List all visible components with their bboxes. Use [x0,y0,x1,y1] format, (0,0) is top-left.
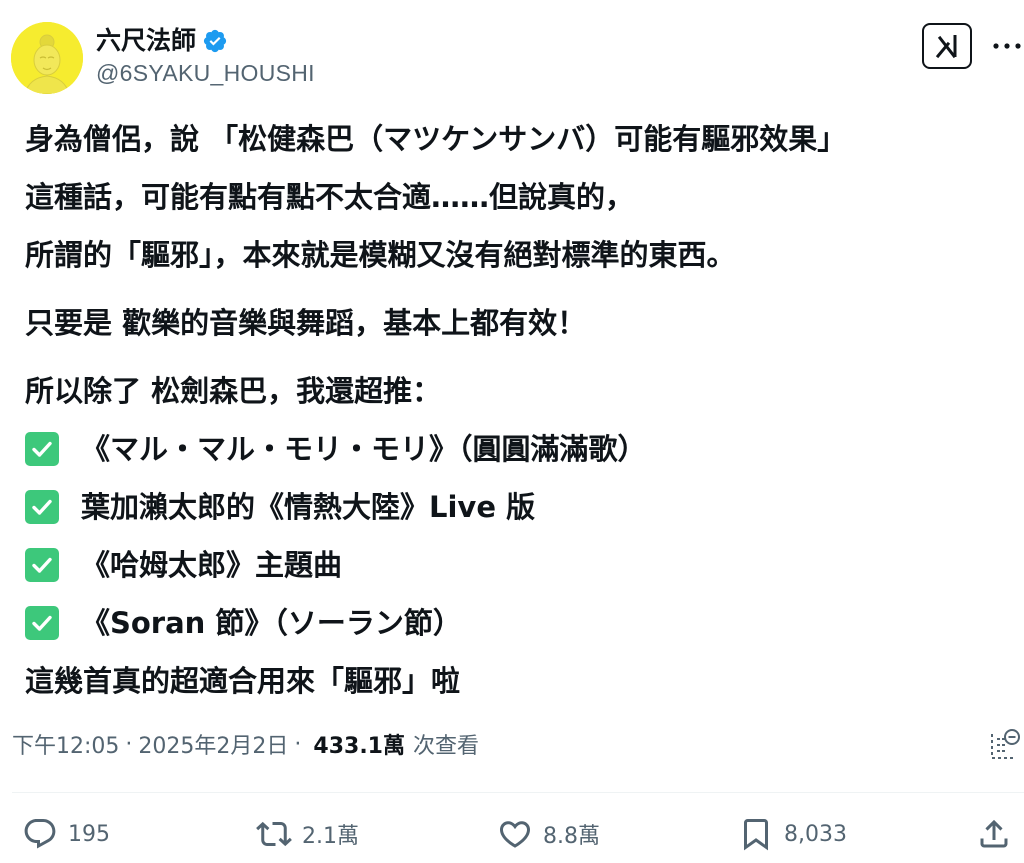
checkmark-emoji-icon [25,606,59,640]
checkmark-emoji-icon [25,548,59,582]
retweet-button[interactable]: 2.1萬 [256,812,359,856]
retweet-icon [256,821,292,847]
checklist-item: 《哈姆太郎》主題曲 [25,536,1015,594]
meta-separator: · [125,731,133,757]
avatar-buddha-image [11,22,83,94]
checklist-item-label: 《マル・マル・モリ・モリ》（圓圓滿滿歌） [81,432,647,466]
bookmark-icon [744,819,768,851]
action-bar: 195 2.1萬 8.8萬 8,033 [0,812,1024,856]
tweet-line: 身為僧侶，說 「松健森巴（マツケンサンバ）可能有驅邪效果」 [25,122,847,156]
checklist-item-label: 《哈姆太郎》主題曲 [81,548,343,582]
checklist-item: 《Soran 節》（ソーラン節） [25,594,1015,652]
tweet-line: 所謂的「驅邪」，本來就是模糊又沒有絕對標準的東西。 [25,238,736,272]
checklist-item: 《マル・マル・モリ・モリ》（圓圓滿滿歌） [25,420,1015,478]
tweet-time[interactable]: 下午12:05 [12,728,119,760]
checklist-item-label: 葉加瀨太郎的《情熱大陸》Live 版 [81,490,536,524]
checklist-item-label: 《Soran 節》（ソーラン節） [81,606,462,640]
share-icon [980,819,1008,848]
retweet-count: 2.1萬 [302,824,359,849]
reply-icon [24,819,56,849]
reply-button[interactable]: 195 [22,812,110,856]
like-count: 8.8萬 [543,824,600,849]
tweet-line: 只要是 歡樂的音樂與舞蹈，基本上都有效！ [25,306,587,340]
checkmark-emoji-icon [25,490,59,524]
reply-count: 195 [68,821,110,847]
meta-separator: · [294,731,302,757]
bookmark-count: 8,033 [784,821,847,847]
verified-badge-icon [203,29,227,53]
tweet-text: 身為僧侶，說 「松健森巴（マツケンサンバ）可能有驅邪效果」 這種話，可能有點有點… [25,110,1015,710]
tweet-closing-line: 這幾首真的超適合用來「驅邪」啦 [25,664,461,698]
like-button[interactable]: 8.8萬 [497,812,600,856]
tweet-date[interactable]: 2025年2月2日 [138,728,288,760]
analytics-button[interactable] [986,728,1020,762]
view-count-label: 次查看 [412,734,479,759]
more-options-button[interactable] [992,34,1022,58]
analytics-icon [991,729,1020,759]
author-handle[interactable]: @6SYAKU_HOUSHI [96,60,315,87]
more-dots-icon [993,43,1021,49]
display-name[interactable]: 六尺法師 [96,24,196,58]
avatar[interactable] [11,22,83,94]
checklist-item: 葉加瀨太郎的《情熱大陸》Live 版 [25,478,1015,536]
checkmark-emoji-icon [25,432,59,466]
bookmark-button[interactable]: 8,033 [738,812,847,856]
divider [12,792,1024,793]
tweet-meta: 下午12:05 · 2025年2月2日 · 433.1萬 次查看 [12,728,479,760]
grok-icon [935,35,957,59]
view-count[interactable]: 433.1萬 [313,728,405,760]
tweet-line: 這種話，可能有點有點不太合適……但說真的， [25,180,635,214]
heart-icon [499,821,531,848]
share-button[interactable] [976,812,1022,856]
grok-button[interactable] [922,23,972,69]
tweet-line: 所以除了 松劍森巴，我還超推： [25,374,442,408]
author-name-row[interactable]: 六尺法師 [96,24,228,58]
